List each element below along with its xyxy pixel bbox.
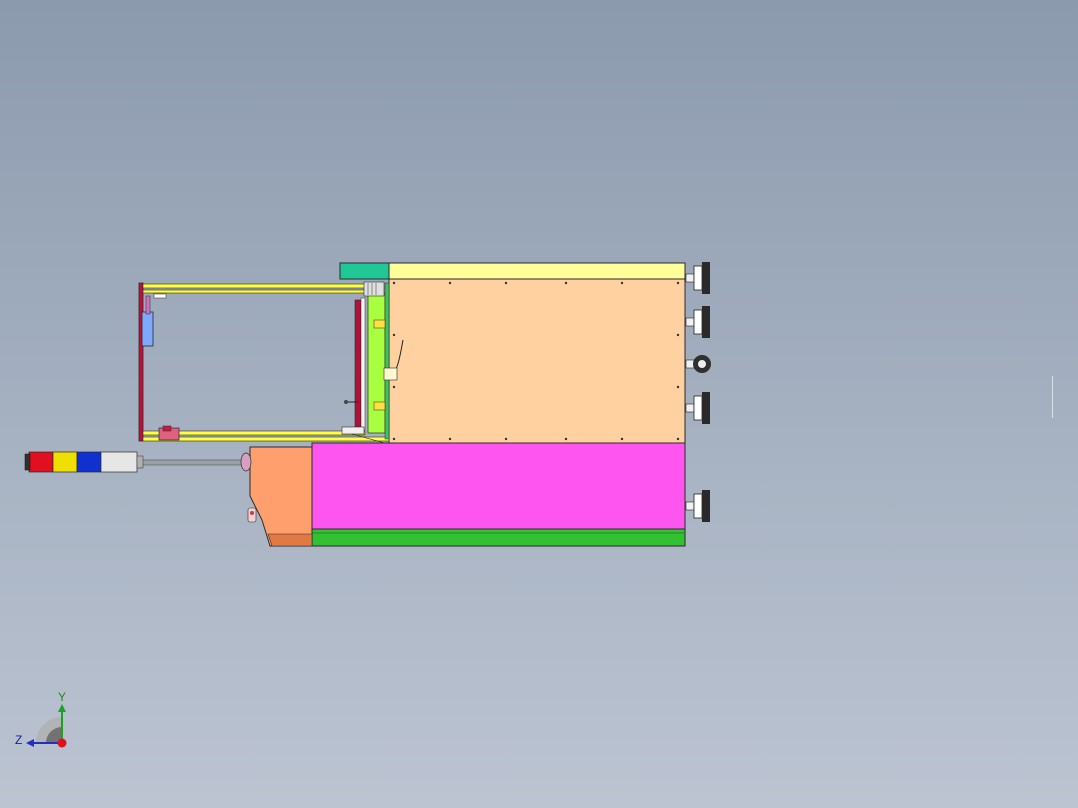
- graphics-viewport[interactable]: Y Z: [0, 0, 1078, 808]
- drawer-handle[interactable]: [341, 426, 365, 435]
- plate-clip: [373, 319, 386, 329]
- inner-plate: [367, 292, 386, 434]
- inner-post: [354, 299, 362, 429]
- frame-top-rail-2: [142, 289, 366, 294]
- signal-pole: [137, 459, 245, 466]
- reference-triad: Y Z: [15, 690, 67, 748]
- viewport-edge-marker: [1052, 376, 1053, 418]
- plate-clip-2: [373, 401, 386, 411]
- cabinet-body[interactable]: [388, 278, 686, 444]
- inner-post-white: [360, 297, 366, 431]
- signal-segment-yellow: [52, 451, 78, 473]
- cad-model[interactable]: Y Z: [0, 0, 1078, 808]
- caster-2: [685, 306, 710, 338]
- left-bracket: [141, 311, 154, 347]
- upper-cabinet[interactable]: [339, 262, 686, 444]
- bottom-clamp-inner: [162, 425, 172, 432]
- signal-segment-white: [100, 451, 138, 473]
- signal-cap: [24, 453, 31, 471]
- left-bracket-tab: [145, 295, 151, 315]
- signal-neck: [136, 455, 144, 469]
- lower-body[interactable]: [311, 442, 686, 530]
- drawer-frame[interactable]: [138, 281, 398, 445]
- signal-segment-red: [28, 451, 54, 473]
- side-panel[interactable]: [249, 446, 313, 547]
- z-axis-label: Z: [15, 733, 22, 747]
- caster-3: [685, 355, 711, 373]
- signal-segment-blue: [76, 451, 102, 473]
- caster-4: [685, 392, 710, 424]
- frame-left-edge: [138, 282, 144, 442]
- small-tab: [153, 293, 167, 299]
- base-rail[interactable]: [311, 528, 686, 547]
- signal-tower[interactable]: [24, 451, 252, 473]
- plate-box: [383, 367, 398, 381]
- casters[interactable]: [685, 262, 711, 522]
- side-panel-lower: [267, 533, 313, 547]
- caster-5: [685, 490, 710, 522]
- caster-1: [685, 262, 710, 294]
- connector-block: [363, 281, 385, 297]
- frame-bottom-rail-2: [142, 436, 390, 442]
- lower-cabinet[interactable]: [247, 442, 686, 547]
- signal-mount: [240, 452, 252, 472]
- top-strip[interactable]: [388, 262, 686, 280]
- y-axis-label: Y: [58, 690, 66, 704]
- inner-plate-strip: [384, 282, 390, 440]
- x-axis-icon: [57, 738, 67, 748]
- top-block[interactable]: [339, 262, 390, 280]
- frame-top-rail: [142, 283, 366, 289]
